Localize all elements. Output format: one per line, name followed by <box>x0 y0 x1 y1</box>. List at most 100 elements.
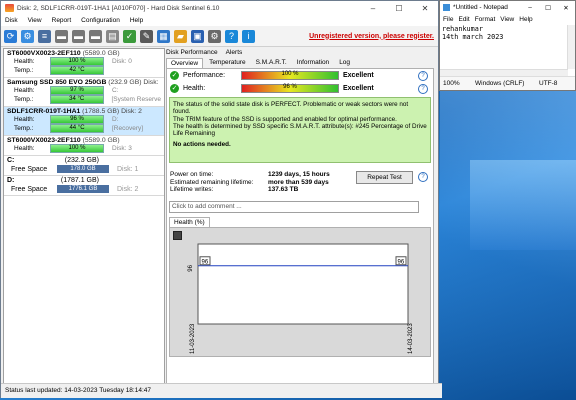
help-icon[interactable]: ? <box>418 70 428 81</box>
save-icon[interactable]: ▣ <box>191 29 204 43</box>
performance-bar: 100 % <box>241 71 339 80</box>
free-space-bar: 178.0 GB <box>57 165 109 173</box>
tab-health-chart[interactable]: Health (%) <box>169 216 210 227</box>
hds-menubar: Disk View Report Configuration Help <box>1 15 438 26</box>
disk-extra: C: <box>112 87 119 94</box>
line-endings: Windows (CRLF) <box>475 80 525 87</box>
hds-window: Disk: 2, SDLF1CRR-019T-1HA1 [A010F070] -… <box>0 0 439 398</box>
menu-view[interactable]: View <box>500 16 514 23</box>
disk-capacity: (5589.0 GB) <box>82 137 120 144</box>
disk-icon[interactable]: ▬ <box>55 29 68 43</box>
status-message-box: The status of the solid state disk is PE… <box>169 97 431 163</box>
disk-item-selected[interactable]: SDLF1CRR-019T-1HA1 (1788.5 GB) Disk: 2 H… <box>4 107 164 136</box>
tab-log[interactable]: Log <box>335 58 354 67</box>
volume-name: C: <box>7 157 15 164</box>
disk-name: ST6000VX0023-2EF110 <box>7 137 81 144</box>
stat-label: Power on time: <box>170 171 214 178</box>
status-line: The status of the solid state disk is PE… <box>173 101 409 116</box>
menu-edit[interactable]: Edit <box>458 16 469 23</box>
folder-icon[interactable]: ▰ <box>174 29 187 43</box>
stat-value: more than 539 days <box>268 178 329 186</box>
zoom-level: 100% <box>443 80 460 87</box>
disk-capacity: (5589.0 GB) <box>82 50 120 57</box>
menu-help[interactable]: Help <box>130 17 143 24</box>
maximize-button[interactable]: ☐ <box>539 4 557 12</box>
temp-label: Temp.: <box>14 125 34 132</box>
tab-temperature[interactable]: Temperature <box>205 58 250 67</box>
check-icon: ✓ <box>170 84 179 93</box>
test-icon[interactable]: ✓ <box>123 29 136 43</box>
close-button[interactable]: ✕ <box>412 4 438 13</box>
status-line: The health is determined by SSD specific… <box>173 122 427 138</box>
volume-item[interactable]: D: (1787.1 GB) Free Space 1776.1 GB Disk: 2 <box>4 176 164 196</box>
tab-disk-performance[interactable]: Disk Performance <box>166 49 218 56</box>
status-line: The TRIM feature of the SSD is supported… <box>173 115 397 123</box>
disk-extra: [System Reserve <box>111 96 162 103</box>
report-icon[interactable]: ▤ <box>106 29 119 43</box>
health-chart: 96 96 96 11-03-2023 14-03-2023 <box>169 226 431 357</box>
refresh-icon[interactable]: ⟳ <box>4 29 17 43</box>
options-icon[interactable]: ⚙ <box>208 29 221 43</box>
tab-smart[interactable]: S.M.A.R.T. <box>252 58 291 67</box>
volume-item[interactable]: C: (232.3 GB) Free Space 178.0 GB Disk: 1 <box>4 156 164 176</box>
menu-report[interactable]: Report <box>52 17 72 24</box>
menu-file[interactable]: File <box>443 16 453 23</box>
disk-extra: Disk: 0 <box>112 58 132 65</box>
minimize-button[interactable]: – <box>360 4 386 13</box>
disk-list-panel: ST6000VX0023-2EF110 (5589.0 GB) Health: 1… <box>3 48 165 384</box>
document-icon[interactable]: ▦ <box>157 29 170 43</box>
x-tick-label: 14-03-2023 <box>408 322 414 353</box>
data-label: 96 <box>202 259 209 265</box>
disk-icon[interactable]: ▬ <box>72 29 85 43</box>
help-icon[interactable]: ? <box>225 29 238 43</box>
maximize-button[interactable]: ☐ <box>386 4 412 13</box>
minimize-button[interactable]: – <box>521 4 539 11</box>
disk-extra: D: <box>112 116 119 123</box>
health-bar: 97 % <box>50 86 104 95</box>
tools-icon[interactable]: ✎ <box>140 29 153 43</box>
disk-detail-panel: Disk Performance Alerts Overview Tempera… <box>166 48 434 384</box>
disk-item[interactable]: ST6000VX0023-2EF110 (5589.0 GB) Health: 1… <box>4 136 164 156</box>
disk-name: Samsung SSD 850 EVO 250GB <box>7 79 107 86</box>
vertical-scrollbar[interactable] <box>567 25 575 69</box>
tab-information[interactable]: Information <box>293 58 334 67</box>
disk-item[interactable]: ST6000VX0023-2EF110 (5589.0 GB) Health: 1… <box>4 49 164 78</box>
health-row: ✓ Health: 96 % Excellent ? <box>167 82 433 95</box>
hds-titlebar: Disk: 2, SDLF1CRR-019T-1HA1 [A010F070] -… <box>1 1 438 15</box>
text-line: 14th march 2023 <box>442 33 504 41</box>
temp-label: Temp.: <box>14 67 34 74</box>
list-icon[interactable]: ≡ <box>38 29 51 43</box>
comment-input[interactable]: Click to add comment ... <box>169 200 419 213</box>
disk-extra: [Recovery] <box>112 125 144 132</box>
info-icon[interactable]: i <box>242 29 255 43</box>
notepad-text-area[interactable]: rehankumar 14th march 2023 <box>440 25 570 70</box>
menu-view[interactable]: View <box>28 17 42 24</box>
tab-alerts[interactable]: Alerts <box>226 49 243 56</box>
notepad-icon <box>443 4 450 11</box>
free-space-bar: 1776.1 GB <box>57 185 109 193</box>
health-bar: 100 % <box>50 57 104 66</box>
notepad-titlebar: *Untitled - Notepad – ☐ ✕ <box>440 1 575 14</box>
disk-item[interactable]: Samsung SSD 850 EVO 250GB (232.9 GB) Dis… <box>4 78 164 107</box>
check-icon: ✓ <box>170 71 179 80</box>
menu-format[interactable]: Format <box>475 16 496 23</box>
data-label: 96 <box>398 259 405 265</box>
help-icon[interactable]: ? <box>418 83 428 94</box>
repeat-test-button[interactable]: Repeat Test <box>356 171 413 184</box>
settings-icon[interactable]: ⚙ <box>21 29 34 43</box>
menu-help[interactable]: Help <box>519 16 532 23</box>
menu-disk[interactable]: Disk <box>5 17 18 24</box>
menu-configuration[interactable]: Configuration <box>81 17 120 24</box>
health-label: Health: <box>14 116 35 123</box>
notepad-menubar: File Edit Format View Help <box>440 14 575 24</box>
volume-disk: Disk: 1 <box>117 165 139 173</box>
volume-disk: Disk: 2 <box>117 185 139 193</box>
disk-capacity: (1788.5 GB) Disk: 2 <box>82 108 142 115</box>
close-button[interactable]: ✕ <box>557 4 575 12</box>
unregistered-link[interactable]: Unregistered version, please register. <box>309 33 434 40</box>
notepad-statusbar: 100% Windows (CRLF) UTF-8 <box>440 76 575 90</box>
help-icon[interactable]: ? <box>418 172 428 182</box>
disk-icon[interactable]: ▬ <box>89 29 102 43</box>
tab-overview[interactable]: Overview <box>166 57 204 68</box>
performance-row: ✓ Performance: 100 % Excellent ? <box>167 69 433 82</box>
